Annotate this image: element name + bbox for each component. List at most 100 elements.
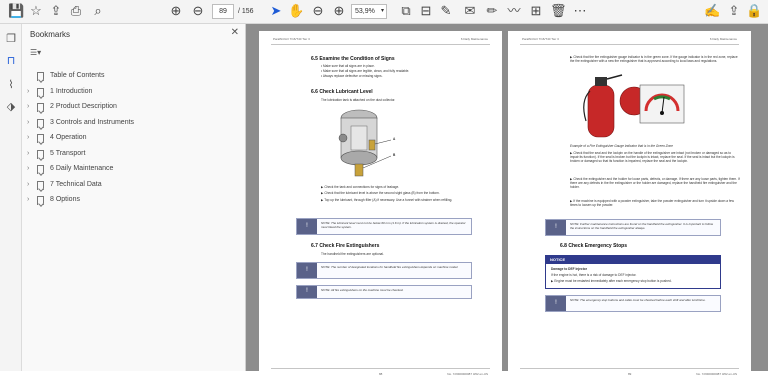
bookmark-item-product-description[interactable]: › 2 Product Description: [22, 101, 246, 115]
note-box: ! NOTE: The number of designated locatio…: [296, 262, 472, 279]
bookmark-star-icon[interactable]: ☆: [28, 3, 44, 19]
bullet-text: • Make sure that all signs are in place.: [321, 64, 375, 68]
bookmark-icon: [37, 150, 44, 159]
info-icon: !: [297, 219, 317, 234]
note-box: ! NOTE: The lubricant level must not be …: [296, 218, 472, 235]
doc-number: No. 7/2000000087 3/02 en-US: [447, 372, 488, 376]
bullet-text: • Always replace defective or missing si…: [321, 74, 383, 78]
bookmark-item-toc[interactable]: Table of Contents: [22, 70, 246, 84]
section-title: 6.7 Check Fire Extinguishers: [311, 243, 380, 249]
signature-icon[interactable]: ✍: [704, 3, 720, 19]
body-text: The handheld fire extinguishers are opti…: [321, 252, 384, 256]
lubricant-tank-illustration: [338, 109, 392, 177]
header-rule: [271, 44, 490, 45]
callout-label: B: [393, 153, 396, 157]
bookmark-icon: [37, 134, 44, 143]
page-header-left: Paraffin/GO 7/16/T40 Tier 3: [273, 37, 310, 41]
toolbar: 💾 ☆ ⇪ ⎙ ⌕ ⊕ ⊖ 89 / 156 ➤ ✋ ⊖ ⊕ 53,9% ▾ ⧉ …: [0, 0, 768, 24]
pdf-page-89: Paraffin/GO 7/16/T40 Tier 3 6 Daily Main…: [508, 31, 751, 386]
section-title: 6.6 Check Lubricant Level: [311, 89, 373, 95]
page-header-right: 6 Daily Maintenance: [709, 37, 737, 41]
more-icon[interactable]: ⋯: [572, 3, 588, 19]
bookmark-icon: [37, 165, 44, 174]
step-text: ▶ Check the tank and connections for sig…: [321, 185, 400, 189]
page-header-right: 6 Daily Maintenance: [460, 37, 488, 41]
highlight-icon[interactable]: ✏: [484, 3, 500, 19]
step-text: ▶ Check the extinguisher and the holder …: [570, 177, 740, 189]
chevron-right-icon[interactable]: ›: [27, 103, 29, 110]
zoom-in-icon[interactable]: ⊕: [331, 3, 347, 19]
notice-box: NOTICE Damage to DEF Injector If the eng…: [545, 255, 721, 289]
body-text: The lubrication tank is attached on the …: [321, 98, 396, 102]
fit-page-icon[interactable]: ⧉: [398, 3, 414, 19]
bookmark-item-technical-data[interactable]: › 7 Technical Data: [22, 179, 246, 193]
page-number-input[interactable]: 89: [212, 4, 234, 19]
chevron-right-icon[interactable]: ›: [27, 134, 29, 141]
chevron-right-icon[interactable]: ›: [27, 196, 29, 203]
footer-rule: [271, 368, 490, 369]
bookmark-item-operation[interactable]: › 4 Operation: [22, 132, 246, 146]
attachments-icon[interactable]: ⌇: [4, 78, 18, 92]
header-rule: [520, 44, 739, 45]
lock-icon[interactable]: 🔒: [746, 3, 762, 19]
bookmark-icon: [37, 181, 44, 190]
info-icon: !: [546, 296, 566, 311]
delete-icon[interactable]: 🗑: [550, 3, 567, 19]
document-viewer[interactable]: Paraffin/GO 7/16/T40 Tier 3 6 Daily Main…: [246, 24, 768, 386]
bookmark-item-introduction[interactable]: › 1 Introduction: [22, 86, 246, 100]
bookmark-item-daily-maintenance[interactable]: › 6 Daily Maintenance: [22, 163, 246, 177]
step-text: ▶ Check that the seal and the lockpin on…: [570, 151, 735, 163]
chevron-right-icon[interactable]: ›: [27, 150, 29, 157]
comment-icon[interactable]: ✉: [462, 3, 478, 19]
bookmarks-icon[interactable]: ⊓: [4, 54, 18, 68]
chevron-right-icon[interactable]: ›: [27, 88, 29, 95]
note-box: ! NOTE: All fire extinguishers on the ma…: [296, 285, 472, 299]
left-icon-rail: ❐ ⊓ ⌇ ⬗: [0, 24, 22, 371]
notice-text: ▶ Engine must be restarted immediately a…: [551, 279, 672, 283]
freehand-icon[interactable]: 〰: [506, 3, 522, 19]
step-text: ▶ Check that the fire extinguisher gauge…: [570, 55, 738, 63]
doc-number: No. 7/2000000087 3/02 en-US: [696, 372, 737, 376]
options-menu-icon[interactable]: ☰▾: [30, 48, 48, 60]
hand-tool-icon[interactable]: ✋: [288, 3, 304, 19]
bookmark-icon: [37, 88, 44, 97]
chevron-right-icon[interactable]: ›: [27, 165, 29, 172]
bookmark-item-options[interactable]: › 8 Options: [22, 194, 246, 208]
bookmark-item-transport[interactable]: › 5 Transport: [22, 148, 246, 162]
section-title: 6.8 Check Emergency Stops: [560, 243, 627, 249]
zoom-select[interactable]: 53,9% ▾: [351, 4, 387, 19]
scroll-mode-icon[interactable]: ⊟: [418, 3, 434, 19]
upload-icon[interactable]: ⇪: [48, 3, 64, 19]
figure-caption: Example of a Fire Extinguisher Gauge Ind…: [570, 144, 673, 148]
close-icon[interactable]: ✕: [231, 27, 239, 38]
page-up-icon[interactable]: ⊕: [168, 3, 184, 19]
share-icon[interactable]: ⇪: [726, 3, 742, 19]
page-down-icon[interactable]: ⊖: [190, 3, 206, 19]
info-icon: !: [546, 220, 566, 235]
save-icon[interactable]: 💾: [8, 3, 24, 19]
bullet-text: • Make sure that all signs are legible, …: [321, 69, 410, 73]
notice-header: NOTICE: [546, 256, 720, 264]
chevron-right-icon[interactable]: ›: [27, 181, 29, 188]
bookmarks-panel: Bookmarks ✕ ☰▾ Table of Contents › 1 Int…: [22, 24, 246, 371]
search-icon[interactable]: ⌕: [90, 3, 106, 19]
panel-title: Bookmarks: [30, 30, 71, 39]
bookmark-icon: [37, 103, 44, 112]
stamp-icon[interactable]: ⊞: [528, 3, 544, 19]
pages-icon[interactable]: ❐: [4, 32, 18, 46]
chevron-right-icon[interactable]: ›: [27, 119, 29, 126]
info-icon: !: [297, 263, 317, 278]
page-header-left: Paraffin/GO 7/16/T40 Tier 3: [522, 37, 559, 41]
bookmark-icon: [37, 196, 44, 205]
section-title: 6.5 Examine the Condition of Signs: [311, 56, 395, 62]
select-cursor-icon[interactable]: ➤: [268, 3, 284, 19]
tags-icon[interactable]: ⬗: [4, 100, 18, 114]
zoom-out-icon[interactable]: ⊖: [310, 3, 326, 19]
notice-text: If the engine is hot, there is a risk of…: [551, 273, 637, 277]
step-text: ▶ If the machine is equipped with a powd…: [570, 199, 734, 207]
step-text: ▶ Check that the lubricant level is abov…: [321, 191, 440, 195]
draw-icon[interactable]: ✎: [438, 3, 454, 19]
pdf-page-88: Paraffin/GO 7/16/T40 Tier 3 6 Daily Main…: [259, 31, 502, 386]
print-icon[interactable]: ⎙: [68, 3, 84, 19]
bookmark-item-controls[interactable]: › 3 Controls and Instruments: [22, 117, 246, 131]
